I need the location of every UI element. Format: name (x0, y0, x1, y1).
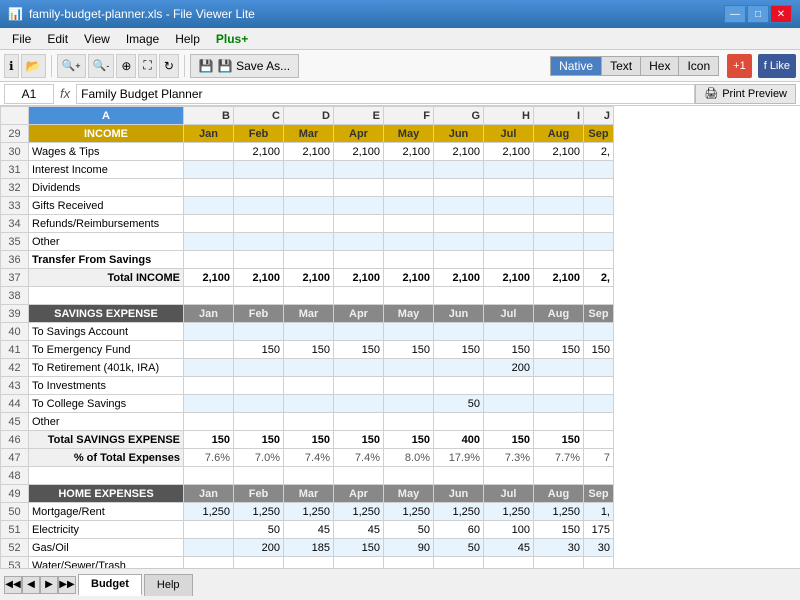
table-row: 48 (1, 467, 614, 485)
col-header-c[interactable]: C (234, 107, 284, 125)
minimize-button[interactable]: — (724, 5, 746, 23)
bottom-bar: ◀◀ ◀ ▶ ▶▶ Budget Help (0, 568, 800, 600)
hex-mode-button[interactable]: Hex (641, 57, 679, 75)
menu-plus[interactable]: Plus+ (208, 30, 256, 48)
table-row: 53 Water/Sewer/Trash (1, 557, 614, 569)
cell-reference[interactable]: A1 (4, 84, 54, 104)
table-row: 35 Other (1, 233, 614, 251)
close-button[interactable]: ✕ (770, 5, 792, 23)
title-bar: 📊 family-budget-planner.xls - File Viewe… (0, 0, 800, 28)
col-header-a[interactable]: A (29, 107, 184, 125)
separator2 (184, 55, 185, 77)
maximize-button[interactable]: □ (747, 5, 769, 23)
grid-wrapper[interactable]: A B C D E F G H I J 29 INCOME Jan (0, 106, 800, 568)
zoom-out-button[interactable]: 🔍- (88, 54, 115, 78)
tab-last-button[interactable]: ▶▶ (58, 576, 76, 594)
table-row: 52 Gas/Oil 200 185 150 90 50 45 30 30 (1, 539, 614, 557)
formula-input[interactable] (76, 84, 695, 104)
open-button[interactable]: 📂 (21, 54, 46, 78)
menu-image[interactable]: Image (118, 30, 167, 48)
save-as-button[interactable]: 💾 💾 Save As... (190, 54, 299, 78)
table-row: 31 Interest Income (1, 161, 614, 179)
save-icon: 💾 (199, 59, 214, 73)
table-row: 50 Mortgage/Rent 1,250 1,250 1,250 1,250… (1, 503, 614, 521)
col-header-e[interactable]: E (334, 107, 384, 125)
view-mode-group: Native Text Hex Icon (550, 56, 719, 76)
fx-label: fx (54, 86, 76, 101)
table-row: 42 To Retirement (401k, IRA) 200 (1, 359, 614, 377)
zoom-fit-button[interactable]: ⊕ (116, 54, 136, 78)
print-preview-button[interactable]: 🖨 Print Preview (695, 84, 796, 104)
table-row: 36 Transfer From Savings (1, 251, 614, 269)
menu-edit[interactable]: Edit (39, 30, 76, 48)
table-row: 49 HOME EXPENSES Jan Feb Mar Apr May Jun… (1, 485, 614, 503)
icon-mode-button[interactable]: Icon (679, 57, 718, 75)
table-row: 38 (1, 287, 614, 305)
jan-header-income[interactable]: Jan (184, 125, 234, 143)
tab-nav-fwd[interactable]: ▶ (40, 576, 58, 594)
col-header-d[interactable]: D (284, 107, 334, 125)
spreadsheet-table: A B C D E F G H I J 29 INCOME Jan (0, 106, 614, 568)
table-row: 41 To Emergency Fund 150 150 150 150 150… (1, 341, 614, 359)
save-as-label: 💾 Save As... (218, 59, 290, 73)
table-row: 34 Refunds/Reimbursements (1, 215, 614, 233)
table-row: 30 Wages & Tips 2,100 2,100 2,100 2,100 … (1, 143, 614, 161)
refresh-button[interactable]: ↻ (159, 54, 179, 78)
zoom-in-button[interactable]: 🔍+ (57, 54, 86, 78)
table-row: 44 To College Savings 50 (1, 395, 614, 413)
table-row: 46 Total SAVINGS EXPENSE 150 150 150 150… (1, 431, 614, 449)
tab-prev-button[interactable]: ◀◀ (4, 576, 22, 594)
sheet-tab-budget[interactable]: Budget (78, 574, 142, 596)
table-row: 33 Gifts Received (1, 197, 614, 215)
col-header-j[interactable]: J (584, 107, 614, 125)
table-row: 43 To Investments (1, 377, 614, 395)
separator (51, 55, 52, 77)
row-number: 29 (1, 125, 29, 143)
fullscreen-button[interactable]: ⛶ (138, 54, 156, 78)
menu-file[interactable]: File (4, 30, 39, 48)
spreadsheet-container: A B C D E F G H I J 29 INCOME Jan (0, 106, 800, 568)
table-row: 40 To Savings Account (1, 323, 614, 341)
text-mode-button[interactable]: Text (602, 57, 641, 75)
table-row: 39 SAVINGS EXPENSE Jan Feb Mar Apr May J… (1, 305, 614, 323)
menu-help[interactable]: Help (167, 30, 208, 48)
col-header-f[interactable]: F (384, 107, 434, 125)
formula-bar: A1 fx 🖨 Print Preview (0, 82, 800, 106)
income-section-label[interactable]: INCOME (29, 125, 184, 143)
menu-bar: File Edit View Image Help Plus+ (0, 28, 800, 50)
printer-icon: 🖨 (704, 87, 718, 100)
fb-button[interactable]: f Like (758, 54, 796, 78)
col-header-h[interactable]: H (484, 107, 534, 125)
toolbar: ℹ 📂 🔍+ 🔍- ⊕ ⛶ ↻ 💾 💾 Save As... Native Te… (0, 50, 800, 82)
gplus-button[interactable]: +1 (727, 54, 752, 78)
tab-nav-back[interactable]: ◀ (22, 576, 40, 594)
sheet-tab-help[interactable]: Help (144, 574, 193, 596)
col-header-g[interactable]: G (434, 107, 484, 125)
table-row: 47 % of Total Expenses 7.6% 7.0% 7.4% 7.… (1, 449, 614, 467)
window-controls: — □ ✕ (724, 5, 792, 23)
menu-view[interactable]: View (76, 30, 118, 48)
col-header-b[interactable]: B (184, 107, 234, 125)
window-title: family-budget-planner.xls - File Viewer … (29, 7, 255, 21)
col-header-rownum (1, 107, 29, 125)
table-row: 45 Other (1, 413, 614, 431)
table-row: 51 Electricity 50 45 45 50 60 100 150 17… (1, 521, 614, 539)
info-button[interactable]: ℹ (4, 54, 19, 78)
table-row: 37 Total INCOME 2,100 2,100 2,100 2,100 … (1, 269, 614, 287)
table-row: 32 Dividends (1, 179, 614, 197)
native-mode-button[interactable]: Native (551, 57, 602, 75)
app-icon: 📊 (8, 7, 23, 21)
col-header-i[interactable]: I (534, 107, 584, 125)
table-row: 29 INCOME Jan Feb Mar Apr May Jun Jul Au… (1, 125, 614, 143)
